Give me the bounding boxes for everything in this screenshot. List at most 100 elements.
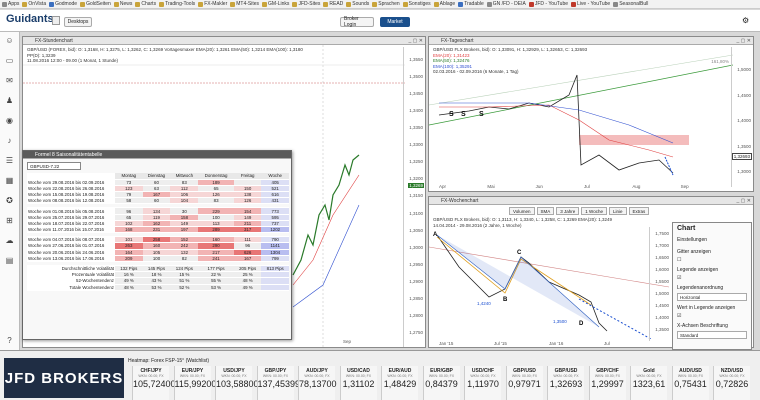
toolbar-button[interactable]: 1 Woche xyxy=(581,207,607,215)
bookmark-item[interactable]: Trading-Tools xyxy=(159,1,195,7)
heatmap-tile[interactable]: EUR/AUD WKN: 00.00; FX 1,48429 xyxy=(381,366,418,400)
table-row[interactable]: Woche vom 27.06.2016 bis 01.07.2016 263 16… xyxy=(27,242,289,250)
toolbar-button[interactable]: Linie xyxy=(608,207,627,215)
toolbar-button[interactable]: Volumen xyxy=(509,207,535,215)
window-controls[interactable]: _ ▢ ✕ xyxy=(737,198,751,204)
heatmap-tile[interactable]: EUR/JPY WKN: 00.00; FX 115,99200 xyxy=(173,366,216,400)
avatar[interactable]: ☺ xyxy=(4,36,15,45)
y-tick: 1,7000 xyxy=(655,243,669,248)
bookmark-item[interactable]: GN /FD - DEIA xyxy=(486,1,526,7)
grid-toggle-label[interactable]: Gitter anzeigen xyxy=(677,249,711,255)
bookmark-item[interactable]: Apps xyxy=(2,1,19,7)
y-tick: 1,3050 xyxy=(409,227,423,233)
legend-checkbox[interactable]: ☑ xyxy=(677,275,681,281)
toolbar-button[interactable]: 3 Jahre xyxy=(556,207,580,215)
broker-login-button[interactable]: Broker Login xyxy=(340,16,374,28)
heatmap-tile[interactable]: GBP/USD WKN: 00.00; FX 0,97971 xyxy=(505,366,543,400)
grid-checkbox[interactable]: ☐ xyxy=(677,257,681,263)
tile-price: 1,31102 xyxy=(342,379,375,389)
bookmark-item[interactable]: READ xyxy=(323,1,343,7)
bookmark-item[interactable]: Ablage xyxy=(433,1,455,7)
calendar-icon[interactable]: ▦ xyxy=(4,176,15,185)
table-row[interactable]: Woche vom 04.07.2016 bis 08.07.2016 101 25… xyxy=(27,236,289,244)
cloud-icon[interactable]: ☁ xyxy=(4,236,15,245)
bookmark-item[interactable]: Sounds xyxy=(346,1,369,7)
legend-orientation-select[interactable]: Horizontal xyxy=(677,293,747,301)
table-row[interactable]: Woche vom 22.08.2016 bis 26.08.2016 123 63… xyxy=(27,185,289,193)
bookmark-item[interactable]: Charts xyxy=(135,1,156,7)
tile-sub: WKN: 00.00; FX xyxy=(345,374,372,378)
heatmap-tile[interactable]: Gold WKN: 00.00; FX 1323,61 xyxy=(630,366,667,400)
table-cell: Woche vom 29.08.2016 bis 02.09.2016 xyxy=(27,179,115,186)
bookmark-item[interactable]: GoldSeiten xyxy=(80,1,111,7)
value-in-legend-label[interactable]: Wert in Legende anzeigen xyxy=(677,305,735,311)
user-icon[interactable]: ♟ xyxy=(4,96,15,105)
eye-icon[interactable]: ◉ xyxy=(4,116,15,125)
monitor-icon[interactable]: ▭ xyxy=(4,56,15,65)
folder-icon[interactable]: ▤ xyxy=(4,256,15,265)
desktops-button[interactable]: Desktops xyxy=(64,17,92,27)
x-tick: Sep xyxy=(343,339,352,344)
new-desktop-icon[interactable] xyxy=(52,16,60,25)
tile-price: 1323,61 xyxy=(632,379,666,389)
heatmap-tile[interactable]: AUD/USD WKN: 00.00; FX 0,75431 xyxy=(671,366,709,400)
toolbar-button[interactable]: Extras xyxy=(628,207,650,215)
table-row[interactable]: Woche vom 20.06.2016 bis 24.06.2016 164 10… xyxy=(27,249,289,256)
settings-gear-icon[interactable]: ⚙ xyxy=(742,16,752,26)
symbol-select[interactable]: GBPUSD-7.22 xyxy=(27,162,81,170)
heatmap-tile[interactable]: GBP/CHF WKN: 00.00; FX 1,29997 xyxy=(588,366,626,400)
table-row[interactable]: Woche vom 18.07.2016 bis 22.07.2016 102 16… xyxy=(27,220,289,228)
window-controls[interactable]: _ ▢ ✕ xyxy=(409,38,423,44)
table-row[interactable]: Woche vom 15.08.2016 bis 19.08.2016 79 167… xyxy=(27,191,289,199)
table-row[interactable]: Woche vom 11.07.2016 bis 15.07.2016 168 23… xyxy=(27,226,289,234)
bookmark-item[interactable]: JFD-Sites xyxy=(292,1,320,7)
legend-toggle-label[interactable]: Legende anzeigen xyxy=(677,267,718,273)
bookmark-item[interactable]: News xyxy=(113,1,132,7)
x-axis-label-select[interactable]: Standard xyxy=(677,331,747,339)
y-axis: 1,5000 1,4500 1,4000 1,3500 1,3000 xyxy=(731,47,753,187)
heatmap-tile[interactable]: NZD/USD WKN: 00.00; FX 0,72826 xyxy=(713,366,750,400)
table-row[interactable]: Woche vom 25.07.2016 bis 29.07.2016 65 119… xyxy=(27,214,289,221)
bookmark-item[interactable]: MT4-Sites xyxy=(230,1,259,7)
bookmark-item[interactable]: Sprachen xyxy=(372,1,400,7)
list-icon[interactable]: ☰ xyxy=(4,156,15,165)
heatmap-tile[interactable]: GBP/JPY WKN: 00.00; FX 137,45399 xyxy=(256,366,300,400)
heatmap-tile[interactable]: CHF/JPY WKN: 00.00; FX 105,72400 xyxy=(132,366,176,400)
bookmark-item[interactable]: JFD - YouTube xyxy=(528,1,568,7)
help-icon[interactable]: ? xyxy=(4,336,15,345)
heatmap-panel: Heatmap: Forex FSP-15° (Watchlist) CHF/J… xyxy=(126,358,760,400)
bookmark-item[interactable]: GM-Links xyxy=(262,1,289,7)
window-title[interactable]: FX-Wochenchart xyxy=(429,197,753,205)
weekly-chart-plot[interactable]: A B C D 1,4240 1,3500 xyxy=(429,227,669,339)
bookmark-item[interactable]: Live - YouTube xyxy=(571,1,610,7)
heatmap-tile[interactable]: USD/JPY WKN: 00.00; FX 103,58800 xyxy=(215,366,259,400)
bookmark-item[interactable]: Godmode xyxy=(49,1,77,7)
jfd-brokers-logo[interactable]: JFD BROKERS xyxy=(4,358,124,398)
daily-chart-plot[interactable]: S S S xyxy=(429,45,733,183)
bookmark-item[interactable]: Tradable xyxy=(458,1,484,7)
window-title[interactable]: FX-Tageschart xyxy=(429,37,753,45)
bell-icon[interactable]: ♪ xyxy=(4,136,15,145)
heatmap-tile[interactable]: USD/CAD WKN: 00.00; FX 1,31102 xyxy=(339,366,377,400)
toolbar-button[interactable]: SMA xyxy=(536,207,555,215)
heatmap-tile[interactable]: AUD/JPY WKN: 00.00; FX 78,13700 xyxy=(298,366,337,400)
chat-icon[interactable]: ✉ xyxy=(4,76,15,85)
heatmap-tile[interactable]: GBP/USD WKN: 00.00; FX 1,32693 xyxy=(547,366,584,400)
window-controls[interactable]: _ ▢ ✕ xyxy=(737,38,751,44)
window-title[interactable]: FX-Stundenchart xyxy=(23,37,425,45)
table-row[interactable]: Woche vom 08.08.2016 bis 12.08.2016 58 60 1… xyxy=(27,197,289,205)
bookmark-item[interactable]: OnVista xyxy=(22,1,46,7)
window-title[interactable]: Formel 8 Saisonalitätentabelle xyxy=(23,151,291,159)
y-tick: 1,3000 xyxy=(737,169,751,175)
bookmark-item[interactable]: Sonstiges xyxy=(402,1,431,7)
cart-icon[interactable]: ⊞ xyxy=(4,216,15,225)
heatmap-tile[interactable]: EUR/GBP WKN: 00.00; FX 0,84379 xyxy=(422,366,460,400)
value-checkbox[interactable]: ☑ xyxy=(677,313,681,319)
heatmap-tile[interactable]: USD/CHF WKN: 00.00; FX 1,11970 xyxy=(464,366,501,400)
market-button[interactable]: Market xyxy=(380,17,410,27)
compass-icon[interactable]: ✪ xyxy=(4,196,15,205)
table-row[interactable]: Woche vom 13.06.2016 bis 17.06.2016 209 10… xyxy=(27,255,289,262)
bookmark-item[interactable]: FX-Makler xyxy=(198,1,227,7)
table-row[interactable]: Woche vom 01.08.2016 bis 05.08.2016 96 134… xyxy=(27,207,289,215)
bookmark-item[interactable]: SeasonalBull xyxy=(613,1,648,7)
